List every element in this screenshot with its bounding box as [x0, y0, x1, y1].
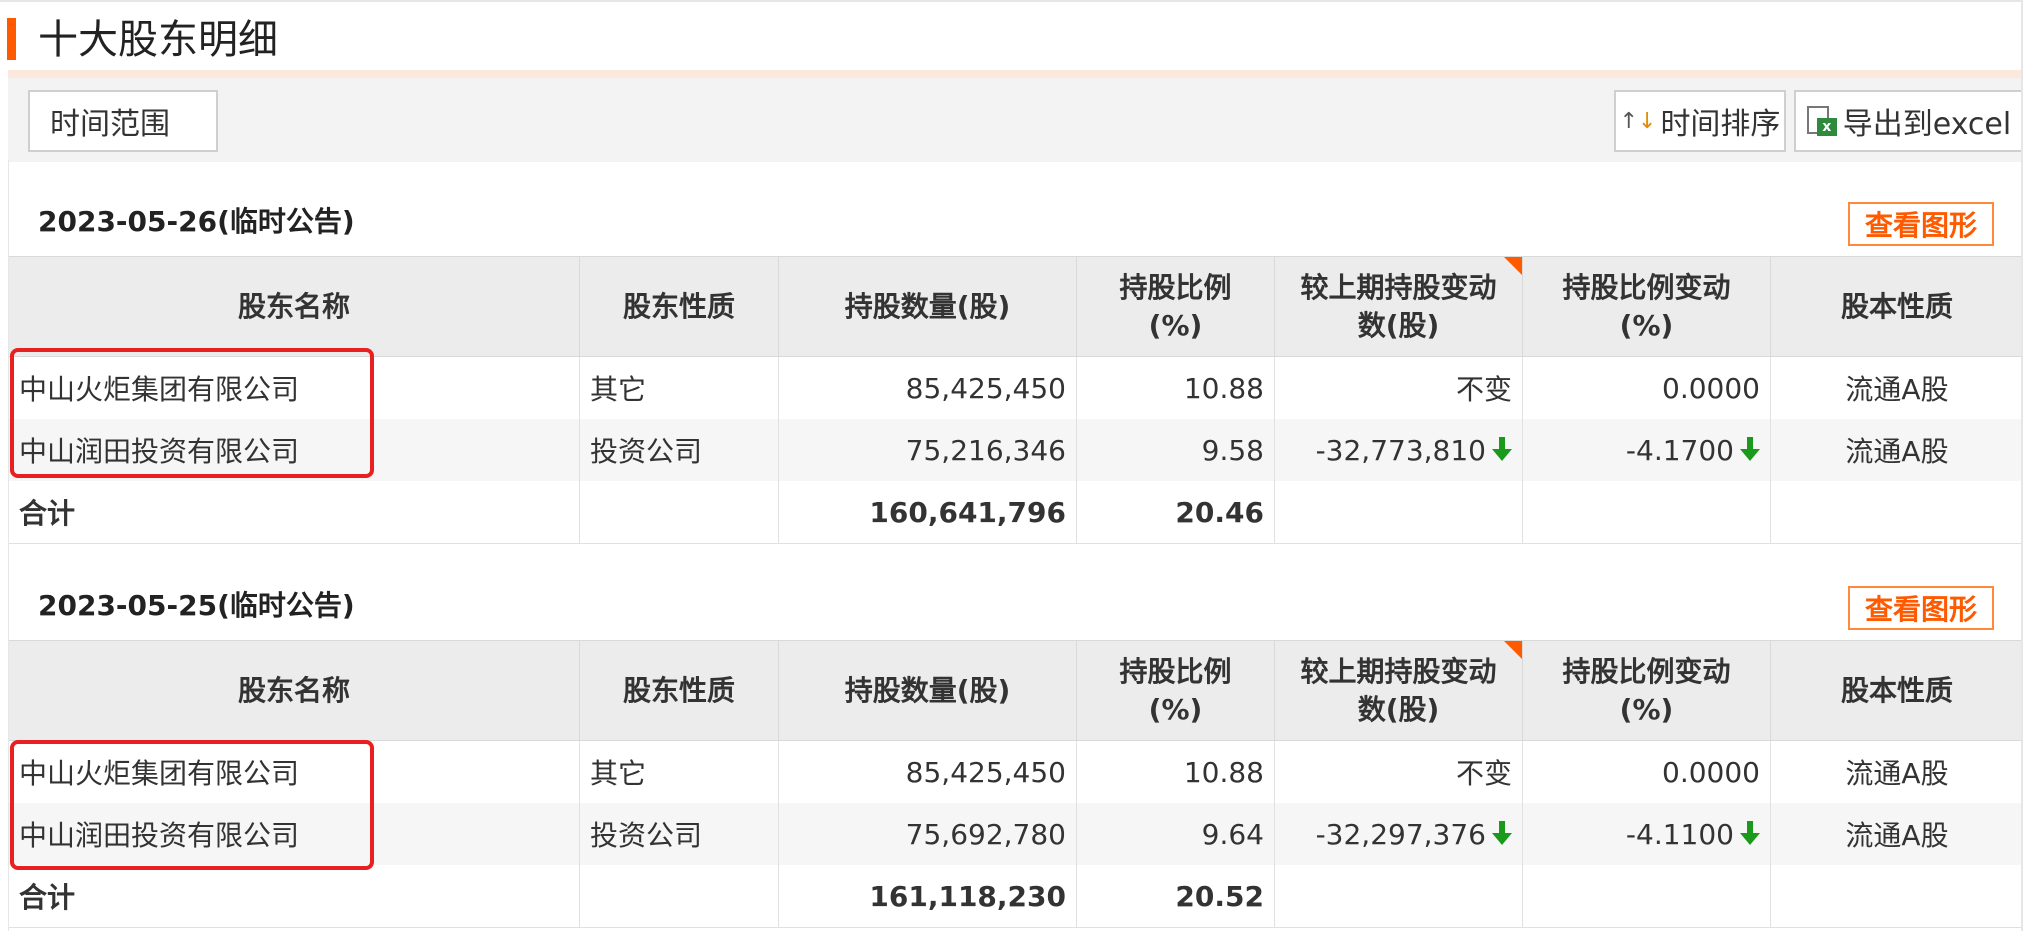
share-class: 流通A股 — [1770, 803, 2023, 865]
total-label: 合计 — [8, 481, 580, 544]
col-share-class: 股本性质 — [1770, 256, 2023, 357]
share-class: 流通A股 — [1770, 356, 2023, 419]
empty-cell — [1274, 865, 1523, 928]
total-shares: 160,641,796 — [778, 481, 1077, 544]
col-holder-type: 股东性质 — [579, 640, 779, 741]
col-share-class: 股本性质 — [1770, 640, 2023, 741]
shares: 75,216,346 — [778, 419, 1077, 481]
empty-cell — [579, 865, 779, 928]
arrow-down-icon — [1740, 820, 1760, 845]
holder-name: 中山火炬集团有限公司 — [8, 740, 580, 803]
holder-name: 中山润田投资有限公司 — [8, 803, 580, 865]
title-bar: 十大股东明细 — [0, 0, 2023, 72]
empty-cell — [1770, 481, 2023, 544]
time-range-button[interactable]: 时间范围 — [28, 90, 218, 152]
page-title: 十大股东明细 — [38, 17, 278, 63]
ratio: 9.58 — [1076, 419, 1275, 481]
corner-flag-icon — [1504, 257, 1522, 275]
change-shares: -32,773,810 — [1315, 433, 1486, 467]
empty-cell — [579, 481, 779, 544]
change-shares-cell: -32,773,810 — [1274, 419, 1523, 481]
total-row: 合计 160,641,796 20.46 — [8, 481, 2023, 544]
col-change-shares: 较上期持股变动 数(股) — [1274, 640, 1523, 741]
col-change-shares: 较上期持股变动 数(股) — [1274, 256, 1523, 357]
share-class: 流通A股 — [1770, 740, 2023, 803]
export-excel-label: 导出到excel — [1842, 107, 2012, 142]
table-header-row: 股东名称 股东性质 持股数量(股) 持股比例 (%) 较上期持股变动 数(股) 持股… — [8, 256, 2023, 357]
col-holder-type: 股东性质 — [579, 256, 779, 357]
change-shares: 不变 — [1274, 740, 1523, 803]
corner-flag-icon — [1504, 641, 1522, 659]
arrow-down-icon — [1492, 436, 1512, 461]
shareholder-page: 十大股东明细 时间范围 ↑↓ 时间排序 x 导出到excel 2023-05-2… — [0, 0, 2023, 931]
ratio: 10.88 — [1076, 356, 1275, 419]
view-chart-button[interactable]: 查看图形 — [1848, 202, 1994, 246]
time-sort-label: 时间排序 — [1660, 107, 1781, 142]
empty-cell — [1522, 865, 1771, 928]
arrow-down-icon — [1740, 436, 1760, 461]
section-header: 2023-05-26(临时公告) 查看图形 — [8, 176, 2023, 256]
total-label: 合计 — [8, 865, 580, 928]
ratio-change: -4.1100 — [1625, 817, 1734, 851]
section-date: 2023-05-25(临时公告) — [38, 589, 355, 622]
title-underline — [8, 70, 2023, 78]
col-ratio: 持股比例 (%) — [1076, 256, 1275, 357]
holder-type: 投资公司 — [579, 419, 779, 481]
holder-type: 其它 — [579, 356, 779, 419]
shares: 85,425,450 — [778, 356, 1077, 419]
total-ratio: 20.52 — [1076, 865, 1275, 928]
col-holder-name: 股东名称 — [8, 256, 580, 357]
total-row: 合计 161,118,230 20.52 — [8, 865, 2023, 928]
shareholder-table: 股东名称 股东性质 持股数量(股) 持股比例 (%) 较上期持股变动 数(股) 持股… — [8, 256, 2023, 544]
table-row: 中山润田投资有限公司 投资公司 75,692,780 9.64 -32,297,… — [8, 803, 2023, 865]
toolbar: 时间范围 ↑↓ 时间排序 x 导出到excel — [8, 78, 2023, 162]
ratio-change: 0.0000 — [1522, 740, 1771, 803]
ratio: 10.88 — [1076, 740, 1275, 803]
view-chart-button[interactable]: 查看图形 — [1848, 586, 1994, 630]
holder-name: 中山润田投资有限公司 — [8, 419, 580, 481]
table-row: 中山火炬集团有限公司 其它 85,425,450 10.88 不变 0.0000… — [8, 740, 2023, 803]
col-ratio-change: 持股比例变动 (%) — [1522, 256, 1771, 357]
export-excel-button[interactable]: x 导出到excel — [1794, 90, 2023, 152]
excel-file-icon: x — [1806, 104, 1837, 138]
empty-cell — [1274, 481, 1523, 544]
time-sort-button[interactable]: ↑↓ 时间排序 — [1614, 90, 1786, 152]
ratio-change-cell: -4.1100 — [1522, 803, 1771, 865]
left-border — [8, 160, 9, 931]
change-shares-cell: -32,297,376 — [1274, 803, 1523, 865]
col-ratio: 持股比例 (%) — [1076, 640, 1275, 741]
col-ratio-change: 持股比例变动 (%) — [1522, 640, 1771, 741]
holder-type: 其它 — [579, 740, 779, 803]
ratio-change-cell: -4.1700 — [1522, 419, 1771, 481]
holder-type: 投资公司 — [579, 803, 779, 865]
total-shares: 161,118,230 — [778, 865, 1077, 928]
shares: 85,425,450 — [778, 740, 1077, 803]
ratio-change: -4.1700 — [1625, 433, 1734, 467]
shares: 75,692,780 — [778, 803, 1077, 865]
col-shares: 持股数量(股) — [778, 256, 1077, 357]
col-holder-name: 股东名称 — [8, 640, 580, 741]
section-date: 2023-05-26(临时公告) — [38, 205, 355, 238]
empty-cell — [1522, 481, 1771, 544]
empty-cell — [1770, 865, 2023, 928]
ratio-change: 0.0000 — [1522, 356, 1771, 419]
change-shares: 不变 — [1274, 356, 1523, 419]
arrow-down-icon — [1492, 820, 1512, 845]
shareholder-table: 股东名称 股东性质 持股数量(股) 持股比例 (%) 较上期持股变动 数(股) 持股… — [8, 640, 2023, 928]
col-shares: 持股数量(股) — [778, 640, 1077, 741]
table-header-row: 股东名称 股东性质 持股数量(股) 持股比例 (%) 较上期持股变动 数(股) 持股… — [8, 640, 2023, 741]
sort-arrows-icon: ↑↓ — [1619, 108, 1657, 134]
total-ratio: 20.46 — [1076, 481, 1275, 544]
section-header: 2023-05-25(临时公告) 查看图形 — [8, 560, 2023, 640]
title-accent-bar — [7, 18, 16, 60]
change-shares: -32,297,376 — [1315, 817, 1486, 851]
table-row: 中山火炬集团有限公司 其它 85,425,450 10.88 不变 0.0000… — [8, 356, 2023, 419]
table-row: 中山润田投资有限公司 投资公司 75,216,346 9.58 -32,773,… — [8, 419, 2023, 481]
ratio: 9.64 — [1076, 803, 1275, 865]
share-class: 流通A股 — [1770, 419, 2023, 481]
holder-name: 中山火炬集团有限公司 — [8, 356, 580, 419]
time-range-label: 时间范围 — [50, 107, 170, 142]
